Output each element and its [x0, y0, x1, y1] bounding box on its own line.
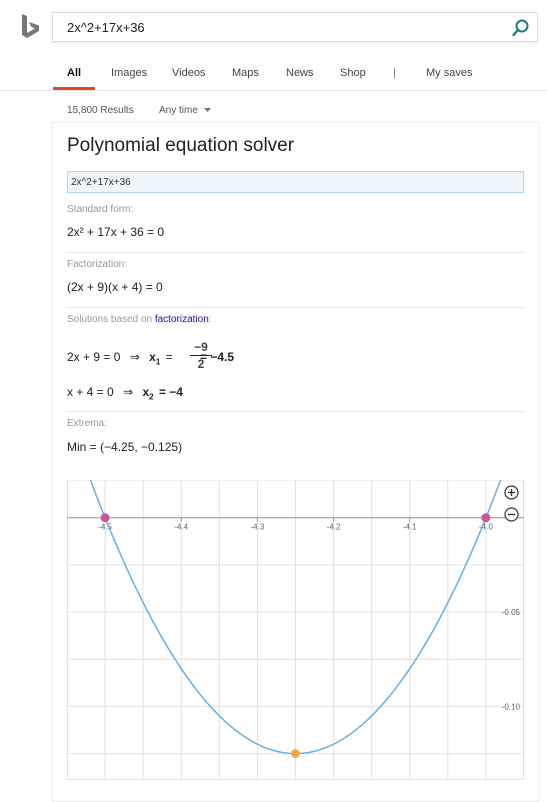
search-input[interactable]: 2x^2+17x+36: [67, 20, 145, 35]
solutions-label-prefix: Solutions based on: [67, 314, 155, 325]
factorization-link[interactable]: factorization: [155, 314, 209, 325]
solution-1: 2x + 9 = 0 ⇒ x1 =: [67, 350, 173, 366]
root-point: [481, 513, 491, 523]
factorization-label: Factorization:: [67, 259, 128, 270]
solution-1-result: = −4.5: [200, 350, 235, 364]
active-tab-underline: [53, 87, 95, 90]
solution-2-subscript: 2: [149, 392, 154, 402]
implies-arrow: ⇒: [129, 350, 140, 364]
tab-all[interactable]: All: [67, 67, 81, 79]
solution-1-var: x: [149, 350, 156, 364]
solution-1-equals: =: [165, 350, 173, 364]
tab-my-saves[interactable]: My saves: [426, 67, 472, 79]
tab-videos[interactable]: Videos: [172, 67, 205, 79]
y-tick-label: -0.10: [502, 702, 521, 711]
standard-form-label: Standard form:: [67, 204, 134, 215]
solution-2-result: = −4: [158, 385, 183, 399]
minimum-point: [291, 749, 300, 759]
x-tick-label: -4.4: [174, 523, 188, 532]
tab-news[interactable]: News: [286, 67, 314, 79]
divider: [67, 411, 524, 412]
search-box[interactable]: 2x^2+17x+36: [52, 12, 538, 42]
solutions-label: Solutions based on factorization:: [67, 314, 212, 325]
result-count: 15,800 Results: [67, 105, 134, 116]
implies-arrow: ⇒: [123, 385, 134, 399]
zoom-in-icon[interactable]: [504, 485, 519, 500]
tab-images[interactable]: Images: [111, 67, 147, 79]
x-tick-label: -4.3: [251, 523, 265, 532]
divider: [67, 307, 524, 308]
y-tick-label: -0.05: [502, 608, 521, 617]
solution-2-equation: x + 4 = 0: [67, 385, 114, 399]
scope-tabs: All Images Videos Maps News Shop | My sa…: [0, 58, 547, 91]
tab-separator: |: [393, 67, 396, 79]
standard-form-value: 2x² + 17x + 36 = 0: [67, 225, 165, 239]
zoom-out-icon[interactable]: [504, 507, 519, 522]
x-tick-label: -4.2: [327, 523, 341, 532]
solution-2: x + 4 = 0 ⇒ x2 = −4: [67, 385, 183, 401]
divider: [67, 252, 524, 253]
tab-shop[interactable]: Shop: [340, 67, 366, 79]
extrema-label: Extrema:: [67, 418, 108, 429]
root-point: [100, 513, 110, 523]
solutions-label-suffix: :: [208, 314, 212, 325]
equation-input[interactable]: 2x^2+17x+36: [67, 171, 524, 193]
tab-maps[interactable]: Maps: [232, 67, 259, 79]
solution-1-subscript: 1: [155, 357, 161, 367]
chevron-down-icon: [203, 107, 211, 112]
factorization-value: (2x + 9)(x + 4) = 0: [67, 280, 163, 294]
time-filter[interactable]: Any time: [159, 105, 211, 116]
time-filter-label: Any time: [159, 105, 198, 116]
x-tick-label: -4.1: [403, 523, 417, 532]
extrema-value: Min = (−4.25, −0.125): [67, 440, 183, 454]
search-icon[interactable]: [511, 18, 531, 38]
solution-1-equation: 2x + 9 = 0: [67, 350, 121, 364]
bing-logo[interactable]: [20, 13, 42, 43]
solver-title: Polynomial equation solver: [67, 135, 295, 156]
function-graph[interactable]: -4.5 -4.4 -4.3 -4.2 -4.1 -4.0-0.05-0.10: [67, 480, 524, 780]
